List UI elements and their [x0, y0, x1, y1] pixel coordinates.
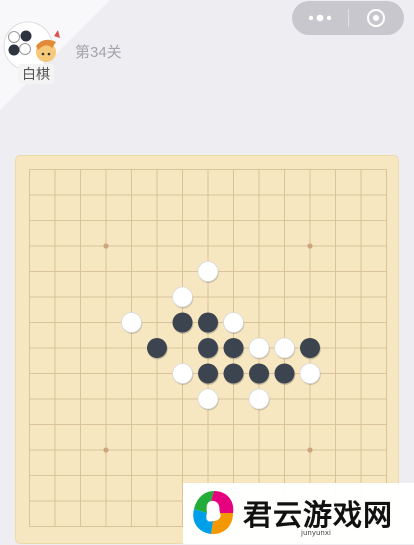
close-button[interactable] — [348, 1, 404, 35]
black-stone — [198, 363, 219, 385]
white-stone — [248, 388, 270, 411]
watermark-title: 君云游戏网 — [243, 498, 394, 532]
level-title: 第34关 — [75, 44, 122, 61]
black-stone — [274, 363, 296, 385]
white-stone — [299, 363, 321, 385]
black-stone — [223, 363, 245, 385]
target-circle-icon — [367, 9, 385, 27]
white-stone — [121, 312, 143, 334]
player-color-label: 白棋 — [18, 64, 54, 84]
black-stone — [198, 312, 219, 334]
star-point — [307, 243, 313, 249]
watermark-domain: junyunxi — [301, 529, 331, 537]
white-stone — [197, 261, 219, 283]
site-logo-icon — [193, 491, 234, 535]
star-point — [103, 447, 109, 453]
mini-program-capsule — [292, 1, 404, 35]
white-stone — [274, 337, 296, 360]
white-stone — [172, 286, 194, 309]
black-stone — [300, 338, 321, 360]
black-stone — [147, 338, 168, 360]
more-button[interactable] — [292, 1, 348, 35]
black-stone — [249, 363, 270, 385]
more-dots-icon — [308, 14, 332, 22]
white-stone — [172, 363, 194, 385]
black-stone — [223, 338, 245, 360]
star-point — [103, 243, 109, 249]
site-watermark: 君云游戏网 junyunxi — [183, 483, 414, 544]
black-stone — [172, 312, 194, 334]
white-stone — [248, 337, 270, 360]
star-point — [307, 447, 313, 453]
black-stone — [198, 338, 219, 360]
white-stone — [223, 312, 245, 334]
white-stone — [197, 388, 219, 411]
